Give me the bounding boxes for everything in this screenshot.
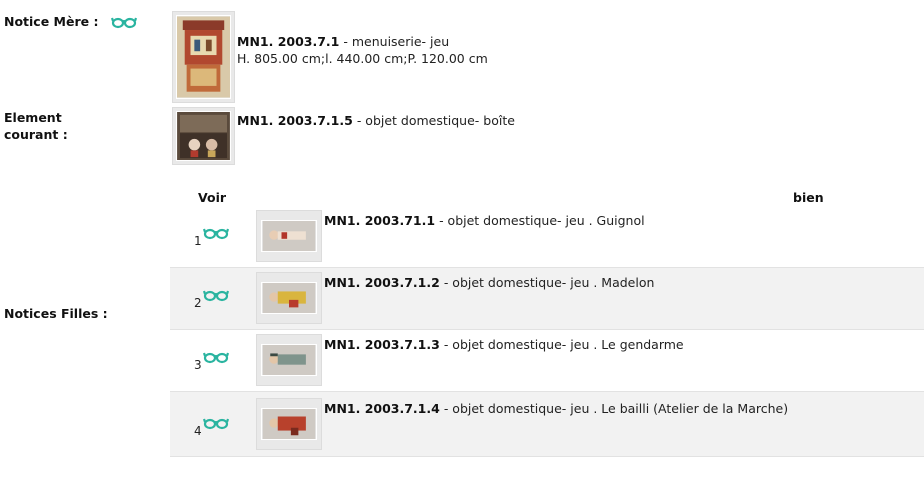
children-notices-label-text: Notices Filles :	[4, 306, 108, 321]
row-ident-link[interactable]: MN1. 2003.7.1.2	[324, 275, 440, 290]
glasses-icon[interactable]	[202, 350, 230, 367]
row-ident-link[interactable]: MN1. 2003.7.1.4	[324, 401, 440, 416]
current-ident-link[interactable]: MN1. 2003.7.1.5	[237, 113, 353, 128]
glasses-icon[interactable]	[202, 288, 230, 305]
row-thumbnail[interactable]	[256, 210, 322, 262]
row-ident: MN1. 2003.7.1.2	[324, 275, 440, 290]
puppet-bailli-image	[261, 408, 317, 440]
table-row: 4 MN1. 2003.7.1.4 - objet domestique- je…	[170, 392, 924, 457]
row-number: 4	[194, 424, 202, 438]
row-desc: - objet domestique- jeu . Le gendarme	[443, 337, 684, 352]
row-info: MN1. 2003.7.1.3 - objet domestique- jeu …	[324, 336, 684, 353]
mother-thumbnail[interactable]	[172, 11, 235, 103]
row-desc: - objet domestique- jeu . Guignol	[439, 213, 645, 228]
row-info: MN1. 2003.71.1 - objet domestique- jeu .…	[324, 212, 645, 229]
row-thumbnail[interactable]	[256, 334, 322, 386]
row-thumbnail[interactable]	[256, 398, 322, 450]
mother-notice-label: Notice Mère :	[4, 13, 98, 30]
row-ident: MN1. 2003.7.1.3	[324, 337, 440, 352]
current-info: MN1. 2003.7.1.5 - objet domestique- boît…	[237, 112, 515, 129]
row-desc: - objet domestique- jeu . Madelon	[443, 275, 655, 290]
column-header-voir: Voir	[198, 190, 227, 205]
row-number: 2	[194, 296, 202, 310]
current-element-label-line1: Element	[4, 110, 62, 125]
column-header-bien: bien	[793, 190, 824, 205]
puppet-gendarme-image	[261, 344, 317, 376]
mother-notice-label-text: Notice Mère :	[4, 14, 99, 29]
current-thumbnail[interactable]	[172, 107, 235, 165]
mother-ident-link[interactable]: MN1. 2003.7.1	[237, 34, 339, 49]
table-row: 3 MN1. 2003.7.1.3 - objet domestique- je…	[170, 330, 924, 392]
mother-dims: H. 805.00 cm;l. 440.00 cm;P. 120.00 cm	[237, 51, 488, 66]
current-element-label: Element courant :	[4, 109, 68, 143]
puppet-guignol-image	[261, 220, 317, 252]
mother-info: MN1. 2003.7.1 - menuiserie- jeu H. 805.0…	[237, 33, 488, 67]
glasses-icon[interactable]	[202, 226, 230, 243]
table-row: 1 MN1. 2003.71.1 - objet domestique- jeu…	[170, 206, 924, 268]
row-desc: - objet domestique- jeu . Le bailli (Ate…	[443, 401, 789, 416]
box-image	[176, 111, 231, 161]
row-ident: MN1. 2003.71.1	[324, 213, 436, 228]
current-desc: - objet domestique- boîte	[356, 113, 515, 128]
row-ident-link[interactable]: MN1. 2003.7.1.3	[324, 337, 440, 352]
children-notices-label: Notices Filles :	[4, 305, 108, 322]
glasses-icon[interactable]	[202, 416, 230, 433]
row-ident-link[interactable]: MN1. 2003.71.1	[324, 213, 435, 228]
row-number: 1	[194, 234, 202, 248]
row-ident: MN1. 2003.7.1.4	[324, 401, 440, 416]
mother-ident: MN1. 2003.7.1	[237, 34, 340, 49]
row-thumbnail[interactable]	[256, 272, 322, 324]
puppet-theatre-image	[176, 15, 231, 99]
mother-desc: - menuiserie- jeu	[343, 34, 450, 49]
current-element-label-line2: courant :	[4, 127, 68, 142]
row-info: MN1. 2003.7.1.4 - objet domestique- jeu …	[324, 400, 788, 417]
puppet-madelon-image	[261, 282, 317, 314]
table-row: 2 MN1. 2003.7.1.2 - objet domestique- je…	[170, 268, 924, 330]
row-number: 3	[194, 358, 202, 372]
row-info: MN1. 2003.7.1.2 - objet domestique- jeu …	[324, 274, 654, 291]
glasses-icon[interactable]	[110, 15, 138, 32]
current-ident: MN1. 2003.7.1.5	[237, 113, 353, 128]
